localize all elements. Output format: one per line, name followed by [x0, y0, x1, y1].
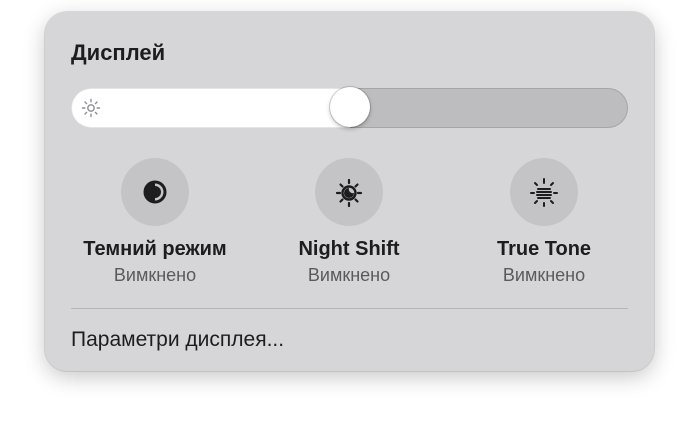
brightness-slider-fill	[71, 88, 350, 128]
dark-mode-toggle[interactable]: Темний режим Вимкнено	[55, 158, 255, 286]
night-shift-button[interactable]	[315, 158, 383, 226]
night-shift-status: Вимкнено	[307, 265, 391, 285]
panel-title: Дисплей	[71, 40, 166, 65]
dark-mode-icon	[143, 180, 167, 204]
night-shift-toggle[interactable]: Night Shift Вимкнено	[249, 158, 449, 286]
dark-mode-button[interactable]	[121, 158, 189, 226]
true-tone-status: Вимкнено	[502, 265, 586, 285]
true-tone-label: True Tone	[496, 238, 592, 260]
night-shift-label: Night Shift	[298, 238, 400, 260]
brightness-slider[interactable]	[71, 87, 628, 128]
true-tone-icon	[530, 178, 558, 207]
brightness-slider-knob[interactable]	[330, 87, 370, 127]
display-panel: Дисплей Темний режим Вимкнено Night Shif…	[45, 12, 654, 371]
sun-icon	[81, 98, 101, 118]
night-shift-icon	[335, 178, 363, 208]
divider	[71, 308, 628, 309]
dark-mode-label: Темний режим	[83, 238, 227, 260]
true-tone-toggle[interactable]: True Tone Вимкнено	[444, 158, 644, 286]
display-settings-link[interactable]: Параметри дисплея...	[71, 328, 284, 352]
dark-mode-status: Вимкнено	[113, 265, 197, 285]
true-tone-button[interactable]	[510, 158, 578, 226]
